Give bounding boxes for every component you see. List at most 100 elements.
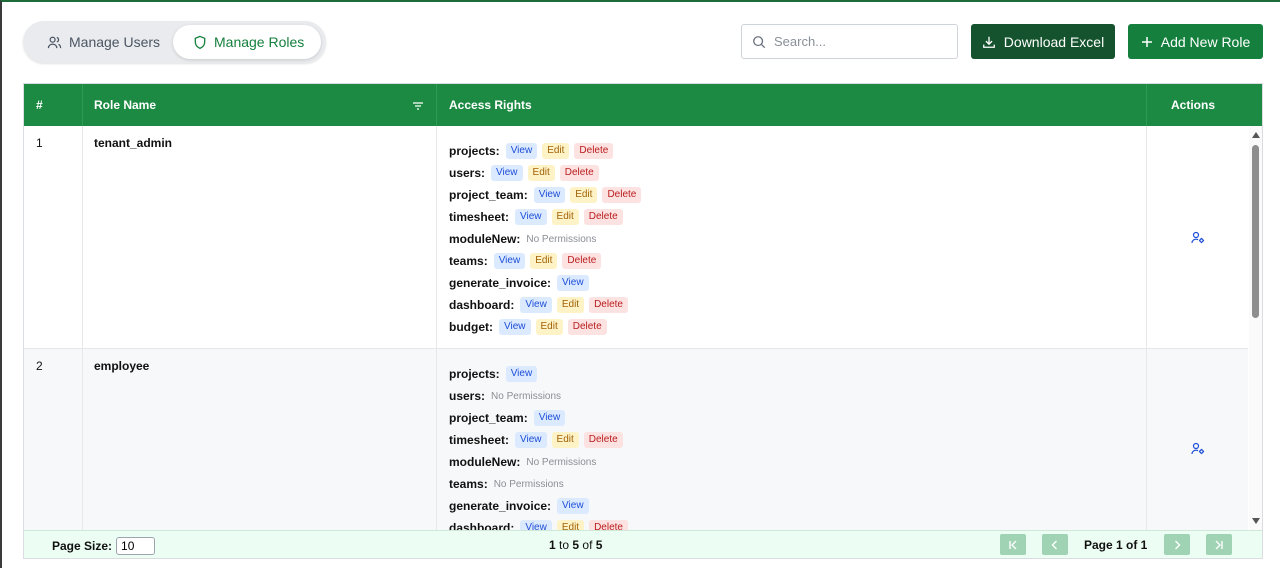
module-name: moduleNew: [449, 232, 521, 246]
permission-badge-edit: Edit [556, 297, 585, 313]
grid-footer: Page Size: 1 to 5 of 5 Page 1 of 1 [24, 530, 1262, 558]
scroll-down-arrow-icon[interactable] [1252, 518, 1260, 524]
permission-line: users: View Edit Delete [449, 162, 1146, 184]
scroll-up-arrow-icon[interactable] [1252, 132, 1260, 138]
permission-badge-delete: Delete [559, 165, 599, 181]
header-role-name[interactable]: Role Name [83, 84, 437, 126]
no-permissions-label: No Permissions [493, 478, 564, 490]
permission-badge-edit: Edit [527, 165, 555, 181]
next-page-button[interactable] [1164, 534, 1190, 555]
permission-line: project_team: View [449, 407, 1146, 429]
row-number: 1 [24, 126, 83, 348]
summary-to-word: to [559, 538, 570, 552]
users-icon [47, 36, 62, 48]
permission-line: dashboard: View Edit Delete [449, 294, 1146, 316]
permission-line: projects: View Edit Delete [449, 140, 1146, 162]
chevron-right-icon [1175, 540, 1181, 549]
permission-badge-delete: Delete [589, 520, 628, 530]
permission-line: moduleNew: No Permissions [449, 451, 1146, 473]
module-name: dashboard: [449, 521, 515, 530]
tab-manage-users[interactable]: Manage Users [29, 25, 173, 59]
page-size-label: Page Size: [52, 539, 113, 553]
module-name: users: [449, 166, 486, 180]
module-name: users: [449, 389, 486, 403]
scrollbar-thumb[interactable] [1252, 145, 1259, 318]
user-settings-icon[interactable] [1190, 231, 1205, 244]
header-access-rights: Access Rights [437, 84, 1147, 126]
header-access-rights-label: Access Rights [449, 98, 532, 112]
permission-badge-view: View [557, 498, 589, 514]
permission-badge-view: View [520, 520, 552, 530]
role-name: employee [83, 349, 437, 530]
shield-icon [194, 35, 206, 49]
roles-grid: # Role Name Access Rights Actions 1 tena… [23, 83, 1263, 559]
prev-page-button[interactable] [1042, 534, 1068, 555]
module-name: timesheet: [449, 210, 510, 224]
permission-badge-view: View [515, 209, 547, 225]
permission-badge-edit: Edit [570, 187, 598, 203]
role-name: tenant_admin [83, 126, 437, 348]
permission-badge-view: View [533, 410, 566, 426]
permission-line: generate_invoice: View [449, 272, 1146, 294]
download-excel-button[interactable]: Download Excel [971, 24, 1115, 59]
permission-line: timesheet: View Edit Delete [449, 429, 1146, 451]
header-role-name-label: Role Name [94, 98, 157, 112]
module-name: projects: [449, 144, 500, 158]
permission-badge-view: View [557, 275, 589, 291]
module-name: generate_invoice: [449, 276, 552, 290]
header-num-label: # [36, 98, 43, 112]
page-size-input[interactable] [116, 537, 156, 555]
grid-body: 1 tenant_admin projects: View Edit Delete us… [24, 126, 1262, 530]
search-icon [753, 35, 766, 48]
first-page-button[interactable] [1000, 534, 1026, 555]
permission-badge-view: View [515, 432, 547, 448]
module-name: timesheet: [449, 433, 510, 447]
module-name: dashboard: [449, 298, 515, 312]
access-rights-cell: projects: View users: No Permissions project… [437, 349, 1147, 530]
tab-manage-roles[interactable]: Manage Roles [173, 25, 321, 59]
module-name: projects: [449, 367, 500, 381]
header-num: # [24, 84, 83, 126]
actions-cell [1147, 349, 1248, 530]
module-name: budget: [449, 320, 493, 334]
grid-header: # Role Name Access Rights Actions [24, 84, 1262, 126]
last-page-button[interactable] [1206, 534, 1232, 555]
header-actions: Actions [1147, 84, 1262, 126]
permission-badge-view: View [491, 165, 523, 181]
permission-line: projects: View [449, 363, 1146, 385]
summary-total: 5 [595, 538, 603, 552]
module-name: moduleNew: [449, 455, 521, 469]
permission-badge-delete: Delete [567, 319, 607, 335]
download-excel-label: Download Excel [1003, 33, 1105, 50]
module-name: project_team: [449, 411, 528, 425]
permission-badge-delete: Delete [562, 253, 602, 269]
page-size: Page Size: [52, 537, 156, 555]
tab-manage-roles-label: Manage Roles [214, 34, 305, 50]
add-new-role-button[interactable]: Add New Role [1128, 24, 1263, 59]
user-settings-icon[interactable] [1190, 442, 1205, 455]
permission-badge-delete: Delete [583, 432, 623, 448]
plus-icon [1141, 36, 1152, 47]
module-name: generate_invoice: [449, 499, 552, 513]
no-permissions-label: No Permissions [526, 456, 597, 468]
permission-line: generate_invoice: View [449, 495, 1146, 517]
permission-badge-view: View [520, 297, 552, 313]
permission-badge-edit: Edit [551, 432, 579, 448]
vertical-scrollbar[interactable] [1249, 126, 1262, 530]
permission-badge-delete: Delete [589, 297, 628, 313]
search-input[interactable] [774, 34, 934, 49]
permission-line: moduleNew: No Permissions [449, 228, 1146, 250]
download-icon [982, 36, 995, 48]
row-number: 2 [24, 349, 83, 530]
actions-cell [1147, 126, 1248, 348]
header-actions-label: Actions [1171, 98, 1216, 112]
permission-line: timesheet: View Edit Delete [449, 206, 1146, 228]
permission-badge-edit: Edit [535, 319, 563, 335]
permission-line: dashboard: View Edit Delete [449, 517, 1146, 530]
table-row: 2 employee projects: View users: No Permiss… [24, 349, 1248, 530]
permission-badge-delete: Delete [583, 209, 623, 225]
no-permissions-label: No Permissions [526, 233, 597, 245]
filter-icon[interactable] [412, 101, 424, 111]
summary-from: 1 [549, 538, 556, 552]
tab-manage-users-label: Manage Users [69, 34, 161, 50]
